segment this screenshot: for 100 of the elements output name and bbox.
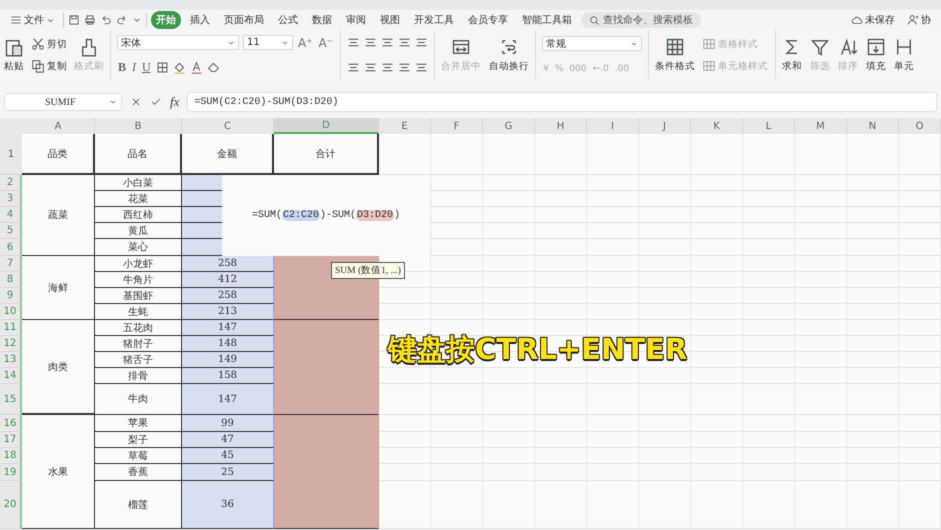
row-header[interactable]: 20 [0,481,22,529]
number-format-field[interactable]: 常规 [542,36,642,52]
table-icon [665,37,686,57]
fill-bucket-icon [172,61,186,74]
column-header[interactable]: O [899,118,941,134]
align-icon [381,61,394,74]
row-header[interactable]: 4 [0,207,22,223]
table-cell: 148 [182,336,274,352]
ribbon-tab[interactable]: 视图 [375,11,405,29]
toolbar-button[interactable]: 填充 [866,37,886,73]
table-cell: 西红柿 [95,207,182,223]
table-cell: 苹果 [95,415,182,432]
table-cell: 99 [182,415,274,432]
table-cell: 草莓 [95,448,182,464]
row-header[interactable]: 3 [0,191,22,207]
column-header[interactable]: M [795,118,847,134]
copy-icon [31,59,45,73]
row-header[interactable]: 6 [0,239,22,256]
column-header[interactable]: L [743,118,795,134]
ribbon-tab[interactable]: 公式 [273,11,303,29]
align-icon [364,36,378,49]
row-header[interactable]: 8 [0,272,22,288]
row-header[interactable]: 1 [0,134,22,175]
row-header[interactable]: 12 [0,336,22,352]
insert-function-button[interactable]: fx [170,94,180,110]
font-size-button[interactable]: A⁻ [318,36,334,50]
wrap-text-button[interactable]: 自动换行 [489,37,530,73]
row-header[interactable]: 5 [0,223,22,239]
table-cell: 猪舌子 [95,352,182,368]
column-header[interactable]: A [22,118,95,134]
clipboard-icon [4,37,24,57]
paste-button[interactable]: 粘贴 [4,37,24,73]
funnel-icon [810,37,830,57]
row-header[interactable]: 10 [0,304,22,320]
table-cell: 蔬菜 [22,175,95,256]
table-cell: 45 [182,448,274,464]
row-header[interactable]: 9 [0,288,22,304]
column-header[interactable]: N [847,118,899,134]
ribbon-tab[interactable]: 数据 [307,11,337,29]
align-icon [347,61,360,74]
column-header[interactable]: E [379,118,431,134]
row-header[interactable]: 13 [0,352,22,368]
copy-button[interactable]: 复制 [30,59,68,73]
align-icon [415,61,428,74]
font-name-field[interactable]: 宋体 [117,35,239,50]
row-header[interactable]: 2 [0,175,22,191]
row-header[interactable]: 11 [0,320,22,336]
file-menu[interactable]: 文件 [6,12,59,28]
grid-icon [702,59,716,73]
caption-text: 键盘按CTRL+ENTER [388,331,688,368]
row-header[interactable]: 7 [0,256,22,272]
column-header[interactable]: G [483,118,535,134]
column-header[interactable]: H [535,118,587,134]
redo-icon [116,14,128,26]
ribbon-tab[interactable]: 开发工具 [409,11,459,29]
print-icon [84,14,96,26]
column-header[interactable]: F [431,118,483,134]
toolbar-button[interactable]: 单元 [894,37,914,73]
row-header[interactable]: 16 [0,415,22,432]
formula-text: ) [394,210,400,221]
table-cell: 小白菜 [95,175,182,191]
save-status-button[interactable]: 未保存 [847,12,899,28]
row-header[interactable]: 15 [0,384,22,415]
font-style-button[interactable]: I [131,60,138,75]
font-style-button[interactable]: U [141,60,152,75]
column-header[interactable]: I [587,118,639,134]
row-header[interactable]: 14 [0,368,22,384]
column-header[interactable]: D [274,118,379,134]
cut-button[interactable]: 剪切 [30,37,68,51]
font-style-button[interactable]: B [117,60,128,75]
ribbon-tab[interactable]: 页面布局 [219,11,269,29]
search-field[interactable]: 查找命令、搜索模板 [581,12,701,28]
name-box[interactable]: SUMIF [4,93,122,111]
table-cell: 牛肉 [95,384,182,415]
table-cell: 36 [182,481,274,529]
align-icon [347,36,360,49]
grid-icon [702,37,716,51]
collaborate-button[interactable]: 协 [903,12,935,28]
column-header[interactable]: C [182,118,274,134]
table-cell: 基围虾 [95,288,182,304]
table-cell: 肉类 [22,320,95,415]
align-icon [364,61,378,74]
column-header[interactable]: K [691,118,743,134]
row-header[interactable]: 17 [0,432,22,448]
row-header[interactable]: 19 [0,464,22,481]
column-header[interactable]: J [639,118,691,134]
ribbon-tab[interactable]: 审阅 [341,11,371,29]
ribbon-tab[interactable]: 插入 [185,11,215,29]
conditional-format-button[interactable]: 条件格式 [655,37,696,73]
formula-field[interactable]: =SUM(C2:C20)-SUM(D3:D20) [187,92,937,112]
toolbar-button[interactable]: 求和 [782,37,802,73]
fill-icon [866,37,886,57]
font-size-button[interactable]: A⁺ [297,36,314,50]
font-size-field[interactable]: 11 [243,35,293,50]
table-cell: 小龙虾 [95,256,182,272]
column-header[interactable]: B [95,118,182,134]
ribbon-tab[interactable]: 会员专享 [463,11,513,29]
ribbon-tab[interactable]: 智能工具箱 [517,11,577,29]
row-header[interactable]: 18 [0,448,22,464]
ribbon-tab[interactable]: 开始 [151,11,181,29]
